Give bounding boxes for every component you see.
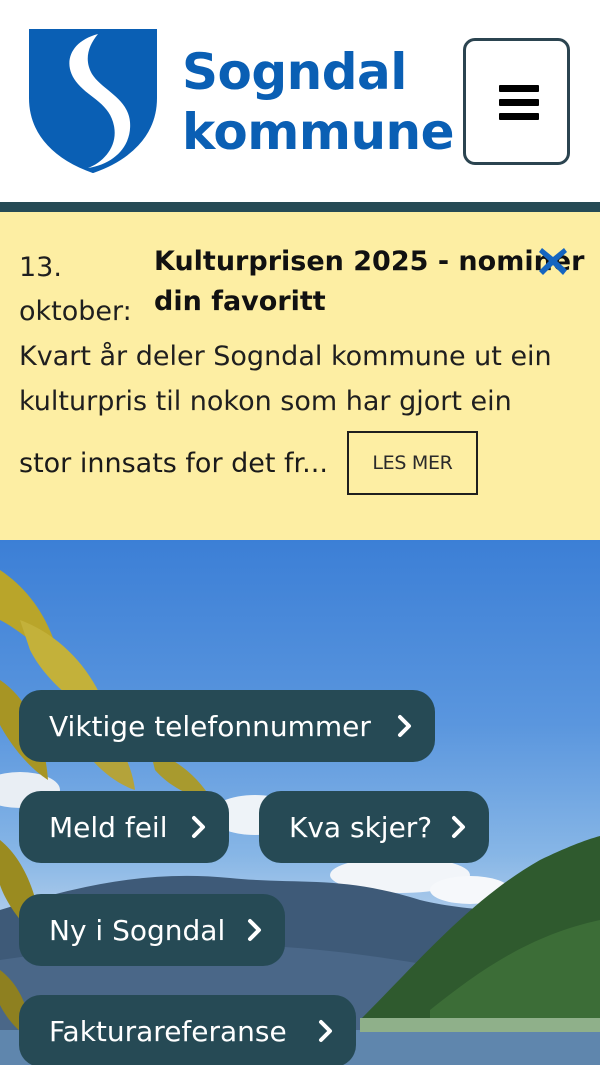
logo-line-1: Sogndal: [182, 43, 407, 101]
quick-link-label: Viktige telefonnummer: [49, 709, 371, 743]
alert-date: 13. oktober:: [19, 246, 149, 334]
hero-image-section: Viktige telefonnummer Meld feil Kva skje…: [0, 540, 600, 1065]
chevron-right-icon: [398, 715, 411, 737]
alert-body-line-1: Kvart år deler Sogndal kommune ut ein: [19, 341, 552, 372]
sogndal-coat-of-arms-icon: [29, 29, 157, 174]
main-menu-button[interactable]: [463, 38, 570, 165]
read-more-button[interactable]: LES MER: [347, 431, 478, 495]
quick-link-label: Meld feil: [49, 810, 168, 844]
site-header: Sogndal kommune: [0, 0, 600, 202]
alert-title: Kulturprisen 2025 - nominer din favoritt: [154, 242, 584, 322]
header-divider: [0, 202, 600, 212]
alert-title-line-2: din favoritt: [154, 286, 326, 317]
news-alert-banner: 13. oktober: Kulturprisen 2025 - nominer…: [0, 212, 600, 540]
quick-link-label: Fakturareferanse: [49, 1014, 287, 1048]
quick-link-invoice-reference[interactable]: Fakturareferanse: [19, 995, 356, 1065]
home-logo-link[interactable]: Sogndal kommune: [28, 28, 455, 178]
logo-line-2: kommune: [182, 103, 455, 161]
quick-link-label: Ny i Sogndal: [49, 913, 226, 947]
alert-body-last-row: stor innsats for det fr... LES MER: [19, 430, 584, 495]
alert-body: Kvart år deler Sogndal kommune ut ein ku…: [19, 334, 584, 424]
alert-body-line-2: kulturpris til nokon som har gjort ein: [19, 386, 512, 417]
quick-link-important-phone-numbers[interactable]: Viktige telefonnummer: [19, 690, 435, 762]
chevron-right-icon: [452, 816, 465, 838]
alert-title-line-1: Kulturprisen 2025 - nominer: [154, 246, 585, 277]
quick-link-label: Kva skjer?: [289, 810, 433, 844]
alert-date-day: 13.: [19, 252, 62, 283]
chevron-right-icon: [192, 816, 205, 838]
chevron-right-icon: [248, 919, 261, 941]
quick-link-events[interactable]: Kva skjer?: [259, 791, 489, 863]
logo-wordmark: Sogndal kommune: [182, 42, 455, 162]
alert-date-month: oktober:: [19, 296, 132, 327]
hamburger-icon: [499, 85, 539, 121]
quick-link-new-in-sogndal[interactable]: Ny i Sogndal: [19, 894, 285, 966]
quick-link-report-fault[interactable]: Meld feil: [19, 791, 229, 863]
close-icon: [539, 248, 567, 275]
alert-body-line-3: stor innsats for det fr...: [19, 448, 328, 479]
close-alert-button[interactable]: [534, 242, 572, 280]
chevron-right-icon: [319, 1020, 332, 1042]
